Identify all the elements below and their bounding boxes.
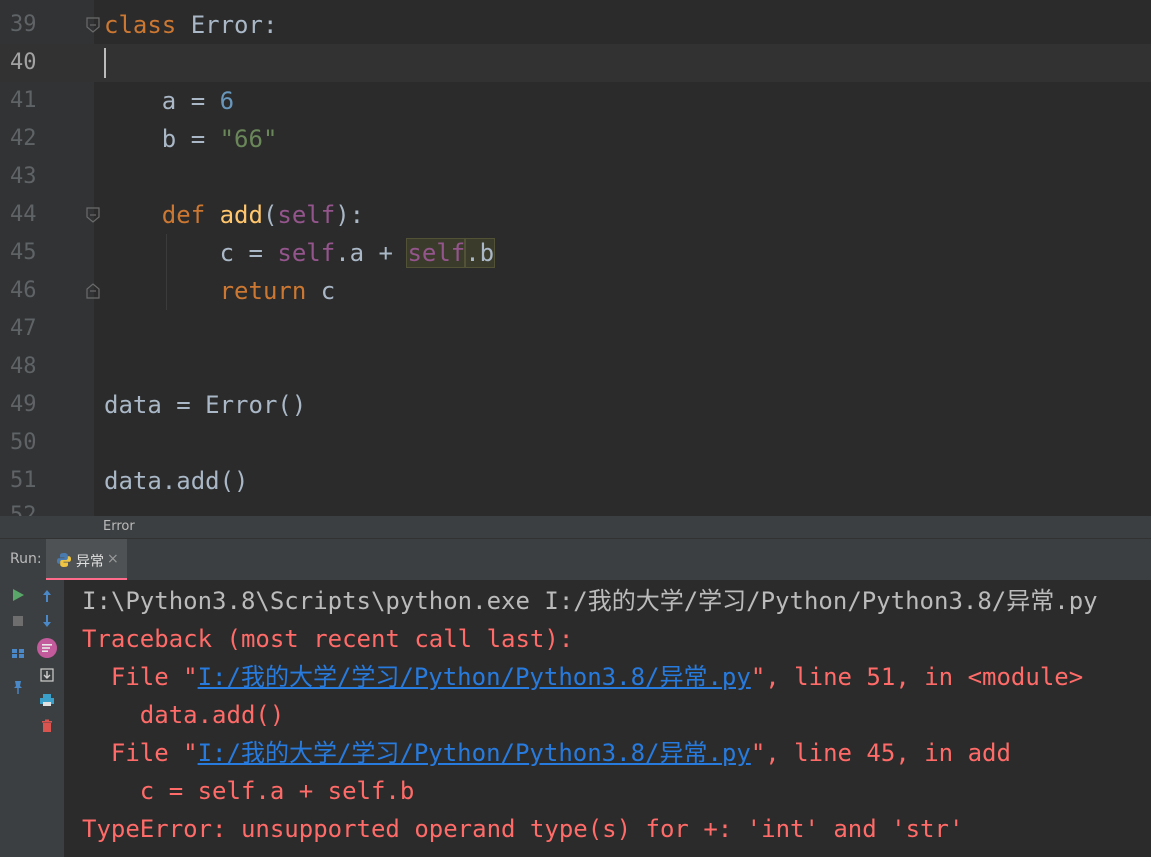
fold-marker-icon[interactable] (85, 207, 101, 223)
run-console[interactable]: I:\Python3.8\Scripts\python.exe I:/我的大学/… (64, 580, 1151, 857)
rerun-icon[interactable] (9, 586, 27, 604)
run-tool-window-header: Run: 异常 × (0, 538, 1151, 581)
code-token: data.add() (104, 467, 249, 495)
fold-marker-icon[interactable] (85, 17, 101, 33)
code-text: data.add() (104, 462, 249, 500)
frame-prefix: File " (82, 663, 198, 691)
frame-prefix: File " (82, 739, 198, 767)
file-link[interactable]: I:/我的大学/学习/Python/Python3.8/异常.py (198, 739, 751, 767)
close-icon[interactable]: × (107, 551, 119, 567)
code-token: return (219, 277, 321, 305)
code-line[interactable]: 47 (0, 310, 1151, 348)
code-text: def add(self): (104, 196, 364, 234)
console-frame-code: c = self.a + self.b (82, 777, 415, 805)
code-token: a = (104, 87, 220, 115)
python-icon (57, 553, 71, 567)
code-line[interactable]: 50 (0, 424, 1151, 462)
code-line[interactable]: 49 data = Error() (0, 386, 1151, 424)
code-token: add (219, 201, 263, 229)
code-token: self (277, 201, 336, 229)
line-number: 44 (10, 202, 37, 227)
code-token: .a + (335, 239, 408, 267)
code-token: .b (464, 238, 496, 268)
line-number: 46 (10, 278, 37, 303)
stop-icon[interactable] (9, 612, 27, 630)
code-token: def (161, 201, 220, 229)
soft-wrap-icon[interactable] (37, 638, 57, 658)
layout-icon[interactable] (9, 644, 27, 662)
ide-window: 39 class Error: 40 41 a = 6 42 b = "66" 43 44 … (0, 0, 1151, 857)
console-command: I:\Python3.8\Scripts\python.exe I:/我的大学/… (82, 587, 1098, 615)
code-line[interactable]: 42 b = "66" (0, 120, 1151, 158)
code-token: c = (104, 239, 278, 267)
down-arrow-icon[interactable] (38, 612, 56, 630)
code-editor[interactable]: 39 class Error: 40 41 a = 6 42 b = "66" 43 44 … (0, 0, 1151, 516)
run-label: Run: (10, 551, 42, 567)
code-token: Error: (190, 11, 278, 39)
line-number-partial: 52 (10, 505, 37, 516)
line-number: 48 (10, 354, 37, 379)
code-token: self (277, 239, 336, 267)
code-line[interactable]: 45 c = self.a + self.b (0, 234, 1151, 272)
line-number: 40 (10, 50, 37, 75)
code-token: "66" (219, 125, 278, 153)
code-line[interactable]: 46 return c (0, 272, 1151, 310)
fold-marker-icon[interactable] (85, 283, 101, 299)
breadcrumb[interactable]: Error (0, 516, 1151, 538)
scroll-to-end-icon[interactable] (38, 666, 56, 684)
up-arrow-icon[interactable] (38, 587, 56, 605)
frame-suffix: ", line 45, in add (750, 739, 1011, 767)
code-text: a = 6 (104, 82, 234, 120)
code-line[interactable]: 39 class Error: (0, 6, 1151, 44)
code-text: return c (104, 272, 336, 310)
code-token: data = Error() (104, 391, 307, 419)
frame-suffix: ", line 51, in <module> (750, 663, 1084, 691)
code-text: b = "66" (104, 120, 278, 158)
code-line[interactable]: 48 (0, 348, 1151, 386)
run-tab[interactable]: 异常 × (46, 539, 127, 581)
line-number: 51 (10, 468, 37, 493)
console-frame-line: File "I:/我的大学/学习/Python/Python3.8/异常.py"… (82, 734, 1011, 772)
console-frame-code: data.add() (82, 701, 285, 729)
indent-guide (166, 234, 167, 310)
code-token: ): (335, 201, 365, 229)
run-toolbar (0, 580, 64, 857)
code-token: self (406, 238, 467, 268)
console-traceback-header: Traceback (most recent call last): (82, 625, 574, 653)
run-tab-label: 异常 (76, 554, 104, 570)
breadcrumb-item[interactable]: Error (103, 519, 135, 534)
print-icon[interactable] (38, 691, 56, 709)
line-number: 41 (10, 88, 37, 113)
line-number: 50 (10, 430, 37, 455)
code-line[interactable]: 44 def add(self): (0, 196, 1151, 234)
code-line[interactable]: 40 (0, 44, 1151, 82)
trash-icon[interactable] (38, 717, 56, 735)
file-link[interactable]: I:/我的大学/学习/Python/Python3.8/异常.py (198, 663, 751, 691)
code-token: 6 (219, 87, 235, 115)
line-number: 43 (10, 164, 37, 189)
code-token: b = (104, 125, 220, 153)
line-number: 39 (10, 12, 37, 37)
code-line[interactable]: 51 data.add() (0, 462, 1151, 500)
text-caret (104, 48, 106, 78)
code-token: c (320, 277, 336, 305)
line-number: 47 (10, 316, 37, 341)
pin-icon[interactable] (9, 678, 27, 696)
code-token: class (104, 11, 191, 39)
console-error-message: TypeError: unsupported operand type(s) f… (82, 815, 964, 843)
line-number: 45 (10, 240, 37, 265)
code-token: ( (262, 201, 278, 229)
code-line[interactable]: 41 a = 6 (0, 82, 1151, 120)
code-text: class Error: (104, 6, 277, 44)
console-frame-line: File "I:/我的大学/学习/Python/Python3.8/异常.py"… (82, 658, 1083, 696)
line-number: 42 (10, 126, 37, 151)
line-number: 49 (10, 392, 37, 417)
code-text: data = Error() (104, 386, 306, 424)
code-text: c = self.a + self.b (104, 234, 496, 272)
code-line[interactable]: 43 (0, 158, 1151, 196)
